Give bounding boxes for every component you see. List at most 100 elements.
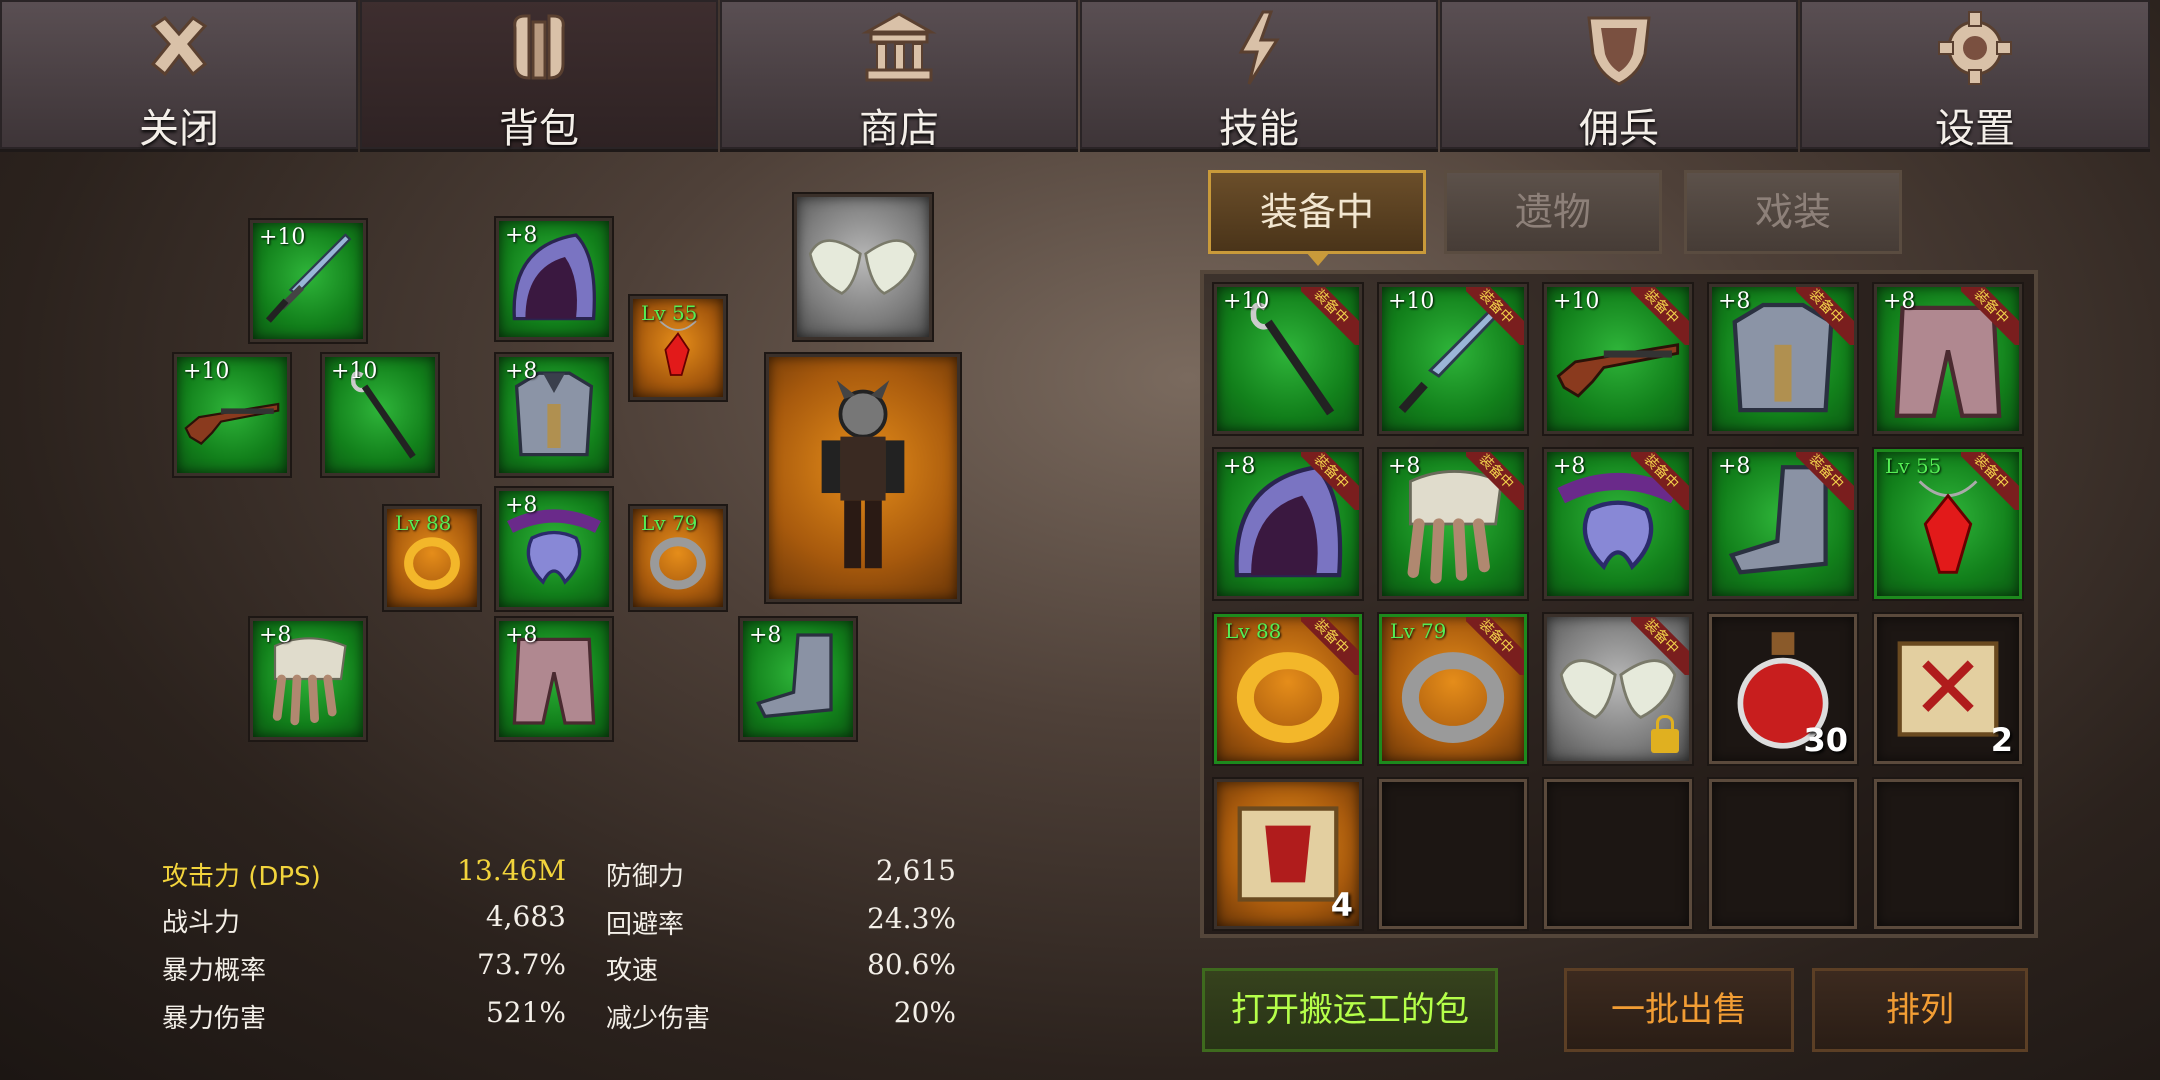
equipped-badge-label: 装备中	[1631, 452, 1689, 510]
equipped-badge-label: 装备中	[1466, 452, 1524, 510]
backpack-icon	[513, 14, 565, 80]
stat-label: 攻击力 (DPS)	[162, 862, 321, 892]
inventory-slot[interactable]: Lv 88 装备中	[1214, 614, 1362, 764]
equipped-badge: 装备中	[1796, 452, 1854, 510]
stat-label: 暴力伤害	[162, 1004, 267, 1034]
inventory-slot-empty[interactable]	[1709, 779, 1857, 929]
equip-slot-pants[interactable]: +8	[496, 618, 612, 740]
item-level: +10	[331, 359, 378, 384]
item-count: 2	[1990, 721, 2013, 759]
item-level: +8	[749, 623, 782, 648]
tab-backpack-label: 背包	[499, 106, 579, 152]
inventory-slot[interactable]: 装备中	[1544, 614, 1692, 764]
open-porter-bag-button[interactable]: 打开搬运工的包	[1202, 968, 1498, 1052]
item-count: 30	[1803, 721, 1848, 759]
equip-slot-gloves[interactable]: +8	[250, 618, 366, 740]
item-level: Lv 88	[1225, 619, 1282, 643]
item-level: Lv 55	[1885, 454, 1942, 478]
equip-slot-wings[interactable]	[794, 194, 932, 340]
inventory-slot[interactable]: +8 装备中	[1544, 449, 1692, 599]
tab-skills[interactable]: 技能	[1080, 0, 1438, 152]
item-level: Lv 55	[641, 301, 698, 325]
item-level: +8	[505, 493, 538, 518]
inventory-slot[interactable]: Lv 79 装备中	[1379, 614, 1527, 764]
tab-mercenary[interactable]: 佣兵	[1440, 0, 1798, 152]
tab-skills-label: 技能	[1219, 106, 1299, 152]
stat-value: 4,683	[485, 900, 566, 933]
equipped-badge-label: 装备中	[1466, 287, 1524, 345]
tab-relics[interactable]: 遗物	[1444, 170, 1662, 254]
tab-costume[interactable]: 戏装	[1684, 170, 1902, 254]
item-level: +8	[1883, 289, 1916, 314]
inventory-slot[interactable]: +10 装备中	[1379, 284, 1527, 434]
equipped-badge-label: 装备中	[1796, 287, 1854, 345]
tab-settings[interactable]: 设置	[1800, 0, 2150, 152]
tab-equipped[interactable]: 装备中	[1208, 170, 1426, 254]
equip-slot-boots[interactable]: +8	[740, 618, 856, 740]
equip-slot-armor[interactable]: +8	[496, 354, 612, 476]
item-level: +10	[1388, 289, 1435, 314]
item-level: +8	[1553, 454, 1586, 479]
stat-label: 回避率	[606, 910, 685, 940]
wings-icon	[808, 239, 918, 295]
equip-slot-sword[interactable]: +10	[250, 220, 366, 342]
equipped-badge: 装备中	[1301, 617, 1359, 675]
inventory-slot-empty[interactable]	[1874, 779, 2022, 929]
item-level: +8	[259, 623, 292, 648]
inventory-slot[interactable]: +10 装备中	[1214, 284, 1362, 434]
inventory-slot[interactable]: +8 装备中	[1709, 449, 1857, 599]
tab-backpack[interactable]: 背包	[360, 0, 718, 152]
stat-value: 521%	[485, 996, 566, 1029]
item-level: Lv 79	[641, 511, 698, 535]
stat-value: 20%	[893, 996, 956, 1029]
equipped-badge: 装备中	[1631, 617, 1689, 675]
inventory-slot-empty[interactable]	[1379, 779, 1527, 929]
equipped-badge: 装备中	[1301, 287, 1359, 345]
character-avatar-icon	[821, 380, 905, 569]
equip-slot-belt[interactable]: +8	[496, 488, 612, 610]
equipped-badge-label: 装备中	[1466, 617, 1524, 675]
shield-icon	[1587, 16, 1651, 86]
item-level: +8	[505, 223, 538, 248]
inventory-slot[interactable]: +8 装备中	[1709, 284, 1857, 434]
inventory-slot[interactable]: 2	[1874, 614, 2022, 764]
item-level: +10	[259, 225, 306, 250]
stat-value: 2,615	[875, 854, 956, 887]
inventory-slot[interactable]: 30	[1709, 614, 1857, 764]
equip-slot-necklace[interactable]: Lv 55	[630, 296, 726, 400]
sort-button[interactable]: 排列	[1812, 968, 2028, 1052]
tab-shop[interactable]: 商店	[720, 0, 1078, 152]
item-level: +8	[1388, 454, 1421, 479]
tab-mercenary-label: 佣兵	[1579, 106, 1659, 152]
inventory-slot[interactable]: +8 装备中	[1379, 449, 1527, 599]
equip-slot-ring-right[interactable]: Lv 79	[630, 506, 726, 610]
inventory-slot[interactable]: +8 装备中	[1214, 449, 1362, 599]
inventory-slot[interactable]: 4	[1214, 779, 1362, 929]
equip-slot-rifle[interactable]: +10	[174, 354, 290, 476]
equipped-badge-label: 装备中	[1301, 452, 1359, 510]
tab-settings-label: 设置	[1935, 106, 2015, 152]
equipped-badge-label: 装备中	[1961, 287, 2019, 345]
equip-slot-staff[interactable]: +10	[322, 354, 438, 476]
inventory-slot[interactable]: +10 装备中	[1544, 284, 1692, 434]
inventory-slot[interactable]: Lv 55 装备中	[1874, 449, 2022, 599]
equipped-badge: 装备中	[1961, 287, 2019, 345]
top-nav: 关闭 背包 商店 技能 佣兵 设置	[0, 0, 2160, 155]
inventory-slot[interactable]: +8 装备中	[1874, 284, 2022, 434]
tab-close[interactable]: 关闭	[0, 0, 358, 152]
item-level: +10	[183, 359, 230, 384]
equipped-badge: 装备中	[1631, 287, 1689, 345]
equip-slot-helmet[interactable]: +8	[496, 218, 612, 340]
item-level: +8	[1718, 289, 1751, 314]
equipped-badge: 装备中	[1631, 452, 1689, 510]
character-portrait[interactable]	[766, 354, 960, 602]
item-level: +10	[1553, 289, 1600, 314]
item-level: +10	[1223, 289, 1270, 314]
bulk-sell-button[interactable]: 一批出售	[1564, 968, 1794, 1052]
stat-label: 战斗力	[162, 908, 241, 938]
equipped-badge: 装备中	[1466, 452, 1524, 510]
equip-slot-ring-left[interactable]: Lv 88	[384, 506, 480, 610]
item-count: 4	[1330, 886, 1353, 924]
stat-value: 80.6%	[867, 948, 956, 981]
inventory-slot-empty[interactable]	[1544, 779, 1692, 929]
